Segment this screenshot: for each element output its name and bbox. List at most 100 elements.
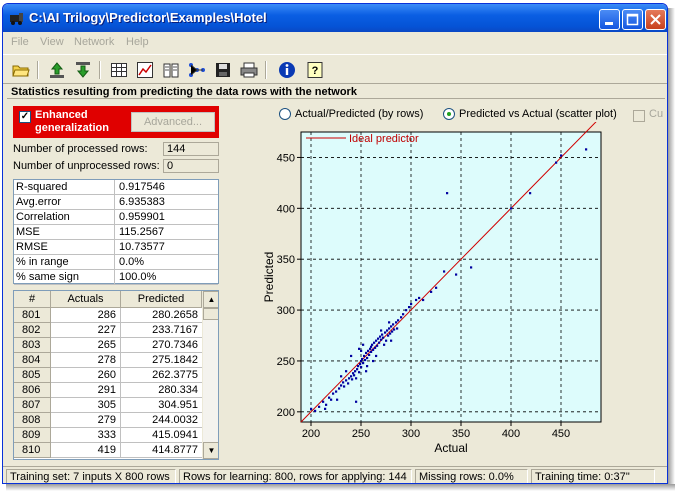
data-point xyxy=(380,338,383,341)
menu-bar: File View Network Help xyxy=(3,32,667,52)
row-index: 808 xyxy=(14,413,51,428)
data-point xyxy=(435,286,438,289)
column-header-index[interactable]: # xyxy=(14,291,51,308)
column-header-predicted[interactable]: Predicted xyxy=(121,291,202,308)
stat-row[interactable]: % in range 0.0% xyxy=(14,255,218,270)
scatter-plot-radio[interactable] xyxy=(443,108,455,120)
predicted-cell: 262.3775 xyxy=(121,368,202,383)
data-point xyxy=(340,375,343,378)
table-row[interactable]: 802 227 233.7167 xyxy=(14,323,202,338)
stat-row[interactable]: Correlation 0.959901 xyxy=(14,210,218,225)
data-point xyxy=(348,377,351,380)
table-row[interactable]: 809 333 415.0941 xyxy=(14,428,202,443)
table-row[interactable]: 810 419 414.8777 xyxy=(14,443,202,458)
table-row[interactable]: 804 278 275.1842 xyxy=(14,353,202,368)
data-point xyxy=(361,357,364,361)
tick-label-y: 300 xyxy=(277,305,295,317)
help-button[interactable]: ? xyxy=(305,60,325,80)
data-point xyxy=(338,387,341,390)
stat-row[interactable]: Avg.error 6.935383 xyxy=(14,195,218,210)
info-button[interactable] xyxy=(277,60,297,80)
stat-name: RMSE xyxy=(16,241,48,253)
scatter-plot-label[interactable]: Predicted vs Actual (scatter plot) xyxy=(459,108,617,120)
data-point xyxy=(359,363,362,366)
save-icon xyxy=(216,63,230,77)
data-point xyxy=(397,319,400,322)
title-bar[interactable]: C:\AI Trilogy\Predictor\Examples\Hotel xyxy=(3,4,667,32)
table-row[interactable]: 807 305 304.951 xyxy=(14,398,202,413)
table-scrollbar[interactable]: ▲ ▼ xyxy=(202,291,218,459)
data-point xyxy=(393,328,396,331)
predictions-table[interactable]: # Actuals Predicted 801 286 280.2658 802 227… xyxy=(13,290,219,460)
table-row[interactable]: 808 279 244.0032 xyxy=(14,413,202,428)
data-point xyxy=(368,353,371,357)
close-button[interactable] xyxy=(645,9,666,30)
advanced-button[interactable]: Advanced... xyxy=(131,112,215,132)
data-point xyxy=(360,359,363,363)
grid-button[interactable] xyxy=(109,60,129,80)
stat-row[interactable]: RMSE 10.73577 xyxy=(14,240,218,255)
data-point xyxy=(585,148,588,151)
data-point xyxy=(389,332,392,335)
data-point xyxy=(366,356,369,360)
data-point xyxy=(381,333,384,336)
predicted-cell: 414.8777 xyxy=(121,443,202,458)
menu-help[interactable]: Help xyxy=(126,36,149,48)
data-point xyxy=(371,343,374,346)
book-button[interactable] xyxy=(161,60,181,80)
network-button[interactable] xyxy=(187,60,207,80)
data-point xyxy=(378,341,381,344)
data-point xyxy=(510,207,513,210)
save-button[interactable] xyxy=(213,60,233,80)
data-point xyxy=(345,370,348,373)
tick-label-y: 350 xyxy=(277,254,295,266)
statistics-grid[interactable]: R-squared 0.917546 Avg.error 6.935383 Correl… xyxy=(13,179,219,285)
actual-predicted-radio[interactable] xyxy=(279,108,291,120)
open-folder-button[interactable] xyxy=(11,60,31,80)
data-point xyxy=(360,366,363,369)
stat-row[interactable]: % same sign 100.0% xyxy=(14,270,218,285)
row-index: 806 xyxy=(14,383,51,398)
menu-file[interactable]: File xyxy=(11,36,29,48)
menu-network[interactable]: Network xyxy=(74,36,114,48)
stat-value: 0.0% xyxy=(119,256,145,268)
stat-row[interactable]: R-squared 0.917546 xyxy=(14,180,218,195)
data-point xyxy=(386,329,389,332)
table-row[interactable]: 806 291 280.334 xyxy=(14,383,202,398)
stat-value: 0.959901 xyxy=(119,211,165,223)
menu-view[interactable]: View xyxy=(40,36,64,48)
scroll-up-button[interactable]: ▲ xyxy=(203,291,218,308)
table-row[interactable]: 801 286 280.2658 xyxy=(14,308,202,323)
column-header-actuals[interactable]: Actuals xyxy=(51,291,121,308)
stat-row[interactable]: MSE 115.2567 xyxy=(14,225,218,240)
scroll-down-button[interactable]: ▼ xyxy=(203,442,218,459)
cumulative-checkbox[interactable] xyxy=(633,110,645,122)
table-row[interactable]: 803 265 270.7346 xyxy=(14,338,202,353)
row-index: 804 xyxy=(14,353,51,368)
tick-label-y: 250 xyxy=(277,356,295,368)
status-rows: Rows for learning: 800, rows for applyin… xyxy=(179,469,412,483)
scroll-thumb[interactable] xyxy=(203,308,218,320)
maximize-button[interactable] xyxy=(622,9,643,30)
data-point xyxy=(362,343,365,346)
processed-rows-label: Number of processed rows: xyxy=(13,143,148,155)
actual-predicted-label[interactable]: Actual/Predicted (by rows) xyxy=(295,108,423,120)
print-button[interactable] xyxy=(239,60,259,80)
enhanced-generalization-checkbox[interactable]: ✓ xyxy=(19,111,31,123)
predicted-cell: 304.951 xyxy=(121,398,202,413)
data-point xyxy=(402,313,405,316)
enhanced-generalization-panel: ✓ Enhanced generalization Advanced... xyxy=(13,106,219,138)
stat-value: 6.935383 xyxy=(119,196,165,208)
stat-value: 115.2567 xyxy=(119,226,165,238)
actual-cell: 305 xyxy=(51,398,121,413)
download-button[interactable] xyxy=(73,60,93,80)
data-point xyxy=(390,325,393,328)
stat-name: Correlation xyxy=(16,211,70,223)
data-point xyxy=(356,368,359,371)
upload-icon xyxy=(50,62,64,78)
minimize-button[interactable] xyxy=(599,9,620,30)
chart-button[interactable] xyxy=(135,60,155,80)
upload-button[interactable] xyxy=(47,60,67,80)
cumulative-label[interactable]: Cu xyxy=(649,108,663,120)
table-row[interactable]: 805 260 262.3775 xyxy=(14,368,202,383)
